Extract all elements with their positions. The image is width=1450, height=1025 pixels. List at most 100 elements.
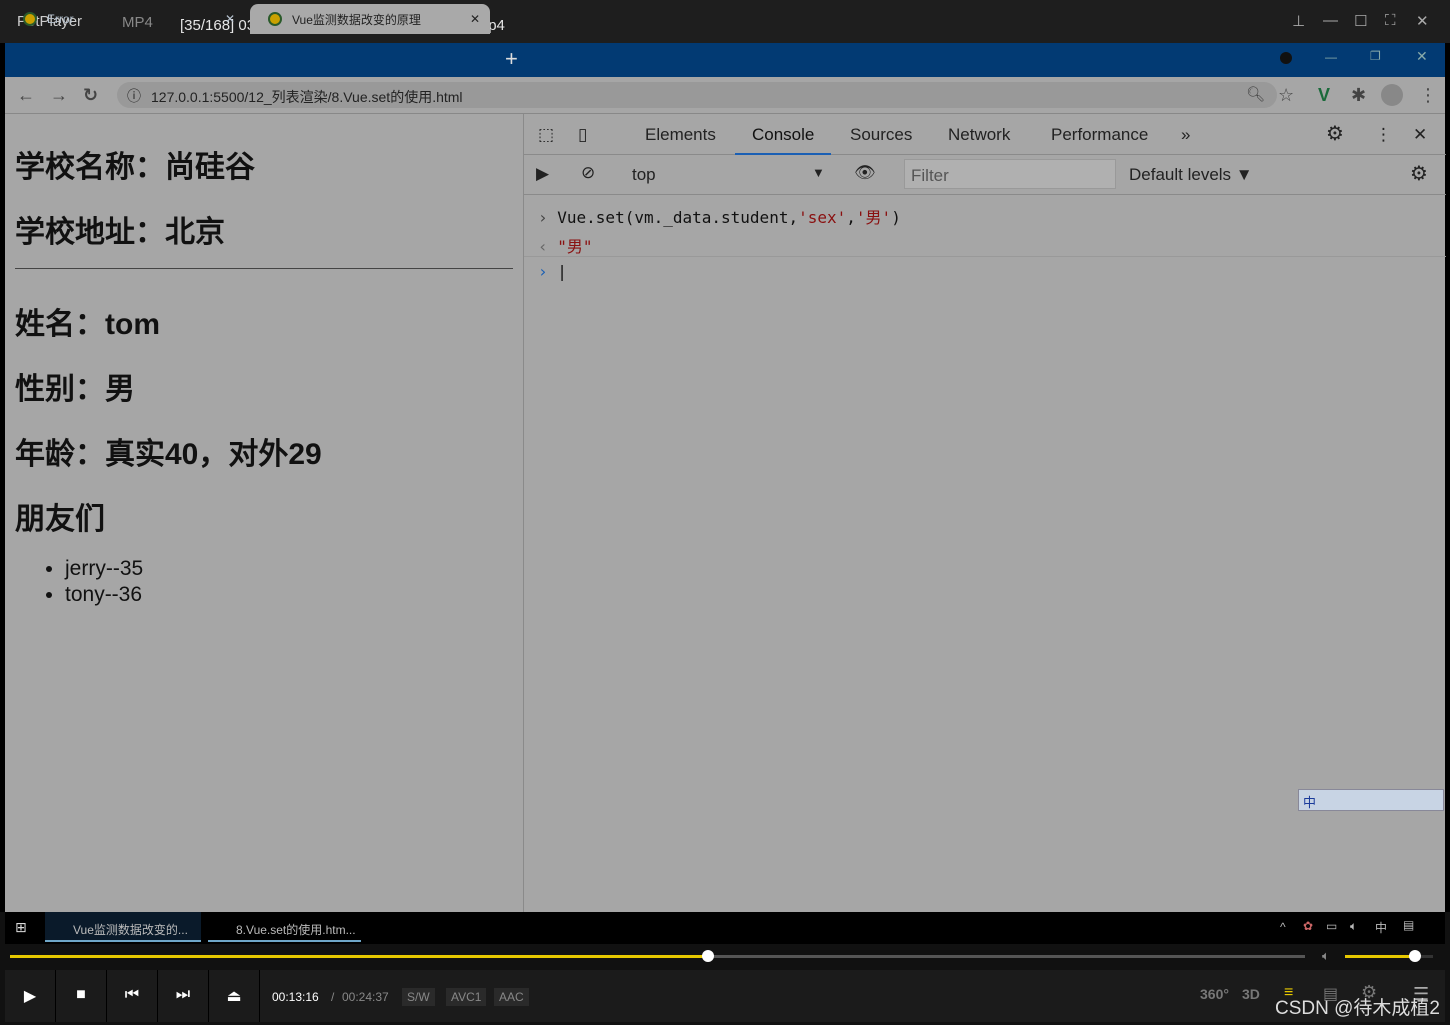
settings-icon[interactable]: ⚙ [1326, 121, 1344, 146]
code-string: 'sex' [798, 208, 847, 227]
volume-slider[interactable] [1345, 950, 1433, 962]
volume-tray-icon[interactable]: 🔈︎ [1350, 919, 1357, 934]
browser-restore-icon[interactable]: ❐ [1370, 49, 1381, 63]
student-name: 姓名：tom [15, 308, 160, 341]
address-bar: ← → ↻ ⓘ 127.0.0.1:5500/12_列表渲染/8.Vue.set的… [5, 77, 1445, 114]
levels-dropdown[interactable]: Default levels ▼ [1129, 165, 1253, 185]
console-result-line: ‹ "男" [538, 237, 593, 256]
tab-label: Vue监测数据改变的原理 [292, 12, 421, 27]
codec-tag[interactable]: AAC [494, 988, 529, 1006]
url-input[interactable]: ⓘ 127.0.0.1:5500/12_列表渲染/8.Vue.set的使用.htm… [117, 82, 1277, 108]
list-item: tony--36 [65, 582, 143, 608]
profile-avatar[interactable] [1381, 84, 1403, 106]
new-tab-icon[interactable]: + [505, 46, 518, 72]
browser-tabbar [5, 43, 1445, 77]
tray-expand-icon[interactable]: ^ [1280, 920, 1286, 934]
taskbar: ⊞ Vue监测数据改变的... 8.Vue.set的使用.htm... ^ ✿ … [5, 912, 1445, 944]
code: Vue.set(vm._data.student, [557, 208, 799, 227]
close-tab-icon[interactable]: ✕ [225, 12, 235, 26]
devtools-panel: ⬚ ▯ Elements Console Sources Network Per… [523, 114, 1446, 912]
tab-error[interactable]: Error ✕ [5, 4, 245, 34]
codec-tag[interactable]: S/W [402, 988, 435, 1006]
vr-360-button[interactable]: 360° [1200, 986, 1229, 1002]
tab-elements[interactable]: Elements [645, 125, 716, 145]
more-options-icon[interactable]: ⋮ [1375, 125, 1392, 145]
vue-devtools-icon[interactable]: V [1318, 85, 1330, 106]
vue-favicon-icon [268, 12, 282, 26]
console-prompt[interactable]: › | [538, 262, 567, 281]
menu-icon[interactable]: ⋮ [1419, 85, 1437, 106]
play-icon[interactable]: ▶ [5, 970, 56, 1022]
divider [15, 268, 513, 269]
tab-active[interactable]: Vue监测数据改变的原理 ✕ [250, 4, 490, 34]
close-tab-icon[interactable]: ✕ [470, 12, 480, 26]
clear-console-icon[interactable]: ⊘ [581, 163, 595, 183]
pin-icon[interactable]: ⊥ [1292, 12, 1305, 30]
close-devtools-icon[interactable]: ✕ [1413, 125, 1427, 145]
student-sex: 性别：男 [15, 373, 135, 406]
console-settings-icon[interactable]: ⚙ [1410, 161, 1428, 186]
time-separator: / [331, 990, 335, 1004]
context-dropdown-icon[interactable]: ▼ [812, 165, 825, 180]
codec-tag[interactable]: AVC1 [446, 988, 487, 1006]
filter-input[interactable]: Filter [904, 159, 1116, 189]
browser-close-icon[interactable]: ✕ [1416, 48, 1428, 65]
code: ) [891, 208, 901, 227]
divider [524, 256, 1446, 257]
eject-icon[interactable]: ⏏ [209, 970, 260, 1022]
windows-start-icon[interactable]: ⊞ [15, 919, 27, 936]
extensions-icon[interactable]: ✱ [1351, 85, 1366, 106]
record-icon[interactable] [1280, 52, 1292, 64]
zoom-icon[interactable]: 🔍︎ [1246, 85, 1265, 103]
school-name: 学校名称：尚硅谷 [15, 151, 255, 184]
fullscreen-icon[interactable]: ⛶ [1385, 12, 1396, 29]
ime-toolbar[interactable]: 中 [1298, 789, 1444, 811]
next-icon[interactable]: ⏭︎ [158, 970, 209, 1022]
friends-list: jerry--35 tony--36 [65, 556, 143, 608]
seek-progress [10, 955, 708, 958]
forward-icon[interactable]: → [50, 85, 68, 106]
close-icon[interactable]: ✕ [1416, 12, 1429, 30]
seek-handle[interactable] [702, 950, 714, 962]
back-icon[interactable]: ← [17, 85, 35, 106]
tab-label: Error [47, 12, 74, 26]
tab-sources[interactable]: Sources [850, 125, 912, 145]
vue-favicon-icon [23, 12, 37, 26]
more-tabs-icon[interactable]: » [1181, 125, 1190, 145]
reload-icon[interactable]: ↻ [83, 85, 98, 106]
browser-minimize-icon[interactable]: — [1325, 50, 1337, 64]
url-text: 127.0.0.1:5500/12_列表渲染/8.Vue.set的使用.html [151, 89, 463, 105]
seek-bar[interactable] [10, 950, 1305, 962]
current-time: 00:13:16 [272, 990, 319, 1004]
previous-icon[interactable]: ⏮︎ [107, 970, 158, 1022]
playback-controls: ▶ ■ ⏮︎ ⏭︎ ⏏ 00:13:16 / 00:24:37 S/W AVC1… [5, 970, 1445, 1022]
list-item: jerry--35 [65, 556, 143, 582]
stop-icon[interactable]: ■ [56, 970, 107, 1022]
context-select[interactable]: top [632, 165, 656, 185]
tray-app-icon[interactable]: ✿ [1303, 919, 1313, 933]
info-icon: ⓘ [127, 88, 141, 104]
maximize-icon[interactable]: ☐ [1354, 12, 1367, 30]
tab-network[interactable]: Network [948, 125, 1010, 145]
tab-console[interactable]: Console [735, 125, 832, 155]
taskbar-item-chrome[interactable]: Vue监测数据改变的... [45, 912, 201, 942]
3d-button[interactable]: 3D [1242, 986, 1260, 1002]
notification-icon[interactable]: ▤ [1403, 918, 1414, 932]
battery-icon[interactable]: ▭ [1326, 919, 1337, 933]
sidebar-toggle-icon[interactable]: ▶︎ [536, 164, 549, 184]
tab-performance[interactable]: Performance [1051, 125, 1148, 145]
total-time: 00:24:37 [342, 990, 389, 1004]
ime-indicator[interactable]: 中 [1375, 919, 1387, 936]
volume-icon[interactable]: 🔈︎ [1322, 948, 1330, 964]
console-toolbar: ▶︎ ⊘ top ▼ 👁︎ Filter Default levels ▼ ⚙ [524, 155, 1446, 195]
school-address: 学校地址：北京 [15, 216, 225, 249]
eye-icon[interactable]: 👁︎ [854, 163, 876, 183]
student-age: 年龄：真实40，对外29 [15, 438, 322, 471]
code-string: '男' [855, 208, 892, 227]
device-toggle-icon[interactable]: ▯ [578, 125, 587, 145]
inspect-icon[interactable]: ⬚ [538, 125, 554, 145]
page-content: 学校名称：尚硅谷 学校地址：北京 姓名：tom 性别：男 年龄：真实40，对外2… [5, 114, 523, 912]
taskbar-item-vscode[interactable]: 8.Vue.set的使用.htm... [208, 912, 361, 942]
star-icon[interactable]: ☆ [1278, 85, 1294, 106]
minimize-icon[interactable]: — [1323, 12, 1338, 29]
